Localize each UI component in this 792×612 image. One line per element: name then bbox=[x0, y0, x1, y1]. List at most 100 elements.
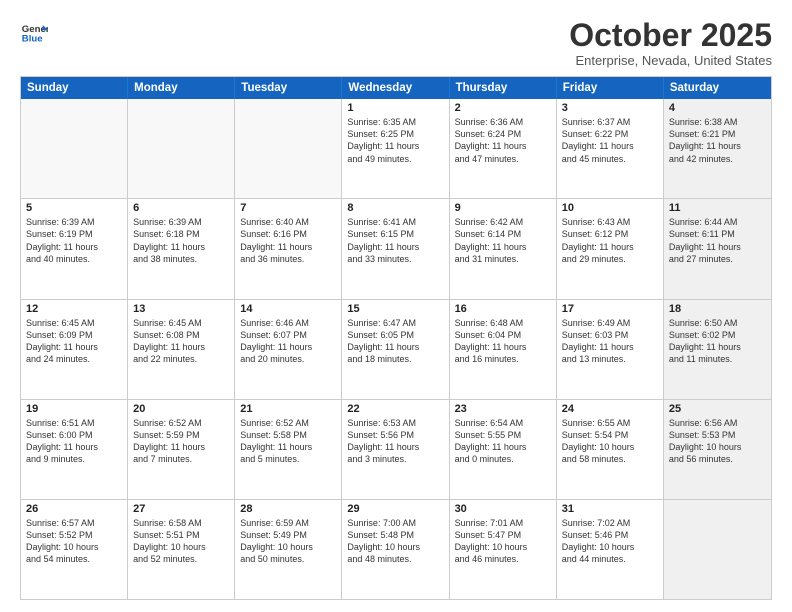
calendar-cell: 27 Sunrise: 6:58 AM Sunset: 5:51 PM Dayli… bbox=[128, 500, 235, 599]
calendar-header: SundayMondayTuesdayWednesdayThursdayFrid… bbox=[21, 77, 771, 99]
day-number: 22 bbox=[347, 403, 443, 415]
cell-details: Sunrise: 6:35 AM Sunset: 6:25 PM Dayligh… bbox=[347, 116, 443, 165]
calendar-row-1: 5 Sunrise: 6:39 AM Sunset: 6:19 PM Daylig… bbox=[21, 199, 771, 299]
day-number: 19 bbox=[26, 403, 122, 415]
calendar-cell bbox=[235, 99, 342, 198]
calendar-cell: 5 Sunrise: 6:39 AM Sunset: 6:19 PM Daylig… bbox=[21, 199, 128, 298]
calendar-cell: 28 Sunrise: 6:59 AM Sunset: 5:49 PM Dayli… bbox=[235, 500, 342, 599]
calendar-cell: 26Sunrise: 6:57 AM Sunset: 5:52 PM Dayli… bbox=[21, 500, 128, 599]
calendar-cell bbox=[21, 99, 128, 198]
cell-details: Sunrise: 6:41 AM Sunset: 6:15 PM Dayligh… bbox=[347, 216, 443, 265]
calendar-cell: 25Sunrise: 6:56 AM Sunset: 5:53 PM Dayli… bbox=[664, 400, 771, 499]
calendar-cell: 22 Sunrise: 6:53 AM Sunset: 5:56 PM Dayli… bbox=[342, 400, 449, 499]
calendar-body: 1 Sunrise: 6:35 AM Sunset: 6:25 PM Daylig… bbox=[21, 99, 771, 599]
day-number: 2 bbox=[455, 102, 551, 114]
cell-details: Sunrise: 6:50 AM Sunset: 6:02 PM Dayligh… bbox=[669, 317, 766, 366]
calendar-cell: 14 Sunrise: 6:46 AM Sunset: 6:07 PM Dayli… bbox=[235, 300, 342, 399]
calendar-cell: 10 Sunrise: 6:43 AM Sunset: 6:12 PM Dayli… bbox=[557, 199, 664, 298]
day-number: 12 bbox=[26, 303, 122, 315]
day-number: 29 bbox=[347, 503, 443, 515]
cell-details: Sunrise: 6:55 AM Sunset: 5:54 PM Dayligh… bbox=[562, 417, 658, 466]
cell-details: Sunrise: 6:56 AM Sunset: 5:53 PM Dayligh… bbox=[669, 417, 766, 466]
calendar-cell: 23Sunrise: 6:54 AM Sunset: 5:55 PM Dayli… bbox=[450, 400, 557, 499]
cell-details: Sunrise: 6:43 AM Sunset: 6:12 PM Dayligh… bbox=[562, 216, 658, 265]
day-number: 17 bbox=[562, 303, 658, 315]
day-number: 30 bbox=[455, 503, 551, 515]
weekday-header-wednesday: Wednesday bbox=[342, 77, 449, 99]
calendar-cell: 31Sunrise: 7:02 AM Sunset: 5:46 PM Dayli… bbox=[557, 500, 664, 599]
day-number: 18 bbox=[669, 303, 766, 315]
calendar-cell: 18 Sunrise: 6:50 AM Sunset: 6:02 PM Dayli… bbox=[664, 300, 771, 399]
calendar-cell: 3Sunrise: 6:37 AM Sunset: 6:22 PM Daylig… bbox=[557, 99, 664, 198]
calendar-cell: 7 Sunrise: 6:40 AM Sunset: 6:16 PM Daylig… bbox=[235, 199, 342, 298]
calendar-cell: 17 Sunrise: 6:49 AM Sunset: 6:03 PM Dayli… bbox=[557, 300, 664, 399]
calendar-cell bbox=[664, 500, 771, 599]
day-number: 15 bbox=[347, 303, 443, 315]
day-number: 7 bbox=[240, 202, 336, 214]
cell-details: Sunrise: 6:37 AM Sunset: 6:22 PM Dayligh… bbox=[562, 116, 658, 165]
calendar-cell: 9Sunrise: 6:42 AM Sunset: 6:14 PM Daylig… bbox=[450, 199, 557, 298]
day-number: 4 bbox=[669, 102, 766, 114]
calendar-row-0: 1 Sunrise: 6:35 AM Sunset: 6:25 PM Daylig… bbox=[21, 99, 771, 199]
weekday-header-friday: Friday bbox=[557, 77, 664, 99]
day-number: 14 bbox=[240, 303, 336, 315]
day-number: 21 bbox=[240, 403, 336, 415]
calendar-cell: 20Sunrise: 6:52 AM Sunset: 5:59 PM Dayli… bbox=[128, 400, 235, 499]
calendar-cell: 11Sunrise: 6:44 AM Sunset: 6:11 PM Dayli… bbox=[664, 199, 771, 298]
weekday-header-saturday: Saturday bbox=[664, 77, 771, 99]
calendar-cell bbox=[128, 99, 235, 198]
cell-details: Sunrise: 6:59 AM Sunset: 5:49 PM Dayligh… bbox=[240, 517, 336, 566]
cell-details: Sunrise: 6:39 AM Sunset: 6:19 PM Dayligh… bbox=[26, 216, 122, 265]
month-title: October 2025 bbox=[569, 18, 772, 53]
cell-details: Sunrise: 6:49 AM Sunset: 6:03 PM Dayligh… bbox=[562, 317, 658, 366]
cell-details: Sunrise: 6:52 AM Sunset: 5:58 PM Dayligh… bbox=[240, 417, 336, 466]
cell-details: Sunrise: 6:36 AM Sunset: 6:24 PM Dayligh… bbox=[455, 116, 551, 165]
calendar: SundayMondayTuesdayWednesdayThursdayFrid… bbox=[20, 76, 772, 600]
calendar-cell: 13Sunrise: 6:45 AM Sunset: 6:08 PM Dayli… bbox=[128, 300, 235, 399]
weekday-header-monday: Monday bbox=[128, 77, 235, 99]
day-number: 1 bbox=[347, 102, 443, 114]
calendar-cell: 2 Sunrise: 6:36 AM Sunset: 6:24 PM Daylig… bbox=[450, 99, 557, 198]
cell-details: Sunrise: 7:01 AM Sunset: 5:47 PM Dayligh… bbox=[455, 517, 551, 566]
calendar-cell: 19 Sunrise: 6:51 AM Sunset: 6:00 PM Dayli… bbox=[21, 400, 128, 499]
cell-details: Sunrise: 6:39 AM Sunset: 6:18 PM Dayligh… bbox=[133, 216, 229, 265]
cell-details: Sunrise: 6:45 AM Sunset: 6:08 PM Dayligh… bbox=[133, 317, 229, 366]
cell-details: Sunrise: 6:40 AM Sunset: 6:16 PM Dayligh… bbox=[240, 216, 336, 265]
day-number: 28 bbox=[240, 503, 336, 515]
day-number: 16 bbox=[455, 303, 551, 315]
weekday-header-tuesday: Tuesday bbox=[235, 77, 342, 99]
calendar-cell: 29 Sunrise: 7:00 AM Sunset: 5:48 PM Dayli… bbox=[342, 500, 449, 599]
cell-details: Sunrise: 6:57 AM Sunset: 5:52 PM Dayligh… bbox=[26, 517, 122, 566]
day-number: 8 bbox=[347, 202, 443, 214]
calendar-cell: 6 Sunrise: 6:39 AM Sunset: 6:18 PM Daylig… bbox=[128, 199, 235, 298]
day-number: 27 bbox=[133, 503, 229, 515]
weekday-header-thursday: Thursday bbox=[450, 77, 557, 99]
svg-text:Blue: Blue bbox=[22, 34, 43, 45]
cell-details: Sunrise: 6:48 AM Sunset: 6:04 PM Dayligh… bbox=[455, 317, 551, 366]
calendar-cell: 4Sunrise: 6:38 AM Sunset: 6:21 PM Daylig… bbox=[664, 99, 771, 198]
calendar-row-2: 12Sunrise: 6:45 AM Sunset: 6:09 PM Dayli… bbox=[21, 300, 771, 400]
cell-details: Sunrise: 6:54 AM Sunset: 5:55 PM Dayligh… bbox=[455, 417, 551, 466]
day-number: 6 bbox=[133, 202, 229, 214]
day-number: 11 bbox=[669, 202, 766, 214]
day-number: 10 bbox=[562, 202, 658, 214]
day-number: 31 bbox=[562, 503, 658, 515]
calendar-cell: 12Sunrise: 6:45 AM Sunset: 6:09 PM Dayli… bbox=[21, 300, 128, 399]
cell-details: Sunrise: 6:58 AM Sunset: 5:51 PM Dayligh… bbox=[133, 517, 229, 566]
cell-details: Sunrise: 6:46 AM Sunset: 6:07 PM Dayligh… bbox=[240, 317, 336, 366]
logo: General Blue bbox=[20, 18, 48, 46]
location: Enterprise, Nevada, United States bbox=[569, 53, 772, 68]
cell-details: Sunrise: 6:47 AM Sunset: 6:05 PM Dayligh… bbox=[347, 317, 443, 366]
day-number: 24 bbox=[562, 403, 658, 415]
cell-details: Sunrise: 6:53 AM Sunset: 5:56 PM Dayligh… bbox=[347, 417, 443, 466]
title-block: October 2025 Enterprise, Nevada, United … bbox=[569, 18, 772, 68]
calendar-cell: 8 Sunrise: 6:41 AM Sunset: 6:15 PM Daylig… bbox=[342, 199, 449, 298]
day-number: 20 bbox=[133, 403, 229, 415]
calendar-cell: 16 Sunrise: 6:48 AM Sunset: 6:04 PM Dayli… bbox=[450, 300, 557, 399]
calendar-row-3: 19 Sunrise: 6:51 AM Sunset: 6:00 PM Dayli… bbox=[21, 400, 771, 500]
calendar-cell: 21 Sunrise: 6:52 AM Sunset: 5:58 PM Dayli… bbox=[235, 400, 342, 499]
cell-details: Sunrise: 6:51 AM Sunset: 6:00 PM Dayligh… bbox=[26, 417, 122, 466]
cell-details: Sunrise: 7:00 AM Sunset: 5:48 PM Dayligh… bbox=[347, 517, 443, 566]
weekday-header-sunday: Sunday bbox=[21, 77, 128, 99]
day-number: 5 bbox=[26, 202, 122, 214]
